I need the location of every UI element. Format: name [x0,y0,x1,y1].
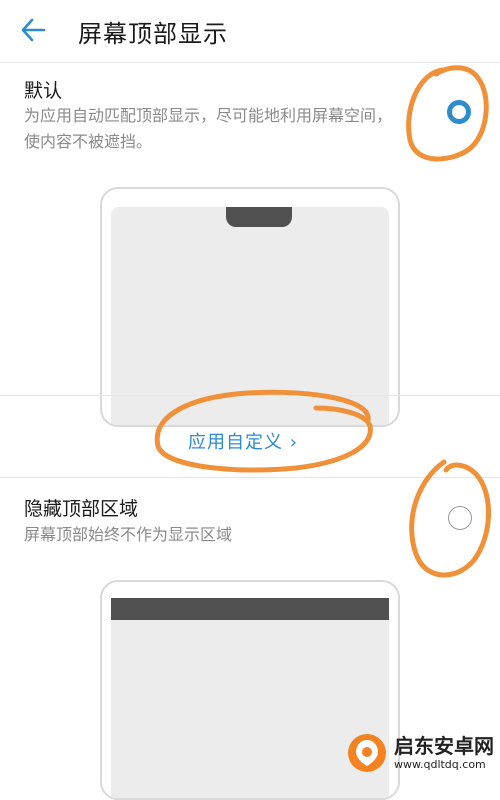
watermark-logo-icon [348,734,386,772]
page-title: 屏幕顶部显示 [78,20,228,48]
section-divider [0,477,500,478]
top-app-bar: 屏幕顶部显示 [0,0,500,60]
watermark-text: 启东安卓网 www.qdltdq.com [394,736,494,770]
option-default-description: 为应用自动匹配顶部显示，尽可能地利用屏幕空间，使内容不被遮挡。 [24,106,393,151]
phone-notch [226,207,292,227]
watermark-name: 启东安卓网 [394,734,494,758]
phone-screen [111,207,389,425]
header-divider [0,62,500,63]
back-button[interactable] [18,12,58,48]
app-customize-link[interactable]: 应用自定义 › [188,428,298,454]
section-divider [0,395,500,396]
arrow-left-icon [21,18,46,42]
option-hide-top-description: 屏幕顶部始终不作为显示区域 [24,525,233,544]
option-hide-top-radio[interactable] [448,506,472,530]
option-default-title: 默认 [24,80,63,102]
watermark-url: www.qdltdq.com [394,758,486,771]
default-phone-preview [100,187,400,427]
option-hide-top-title: 隐藏顶部区域 [24,498,139,520]
watermark: 启东安卓网 www.qdltdq.com [346,732,494,774]
hidden-top-bar [111,598,389,620]
option-default-radio[interactable] [447,100,471,124]
